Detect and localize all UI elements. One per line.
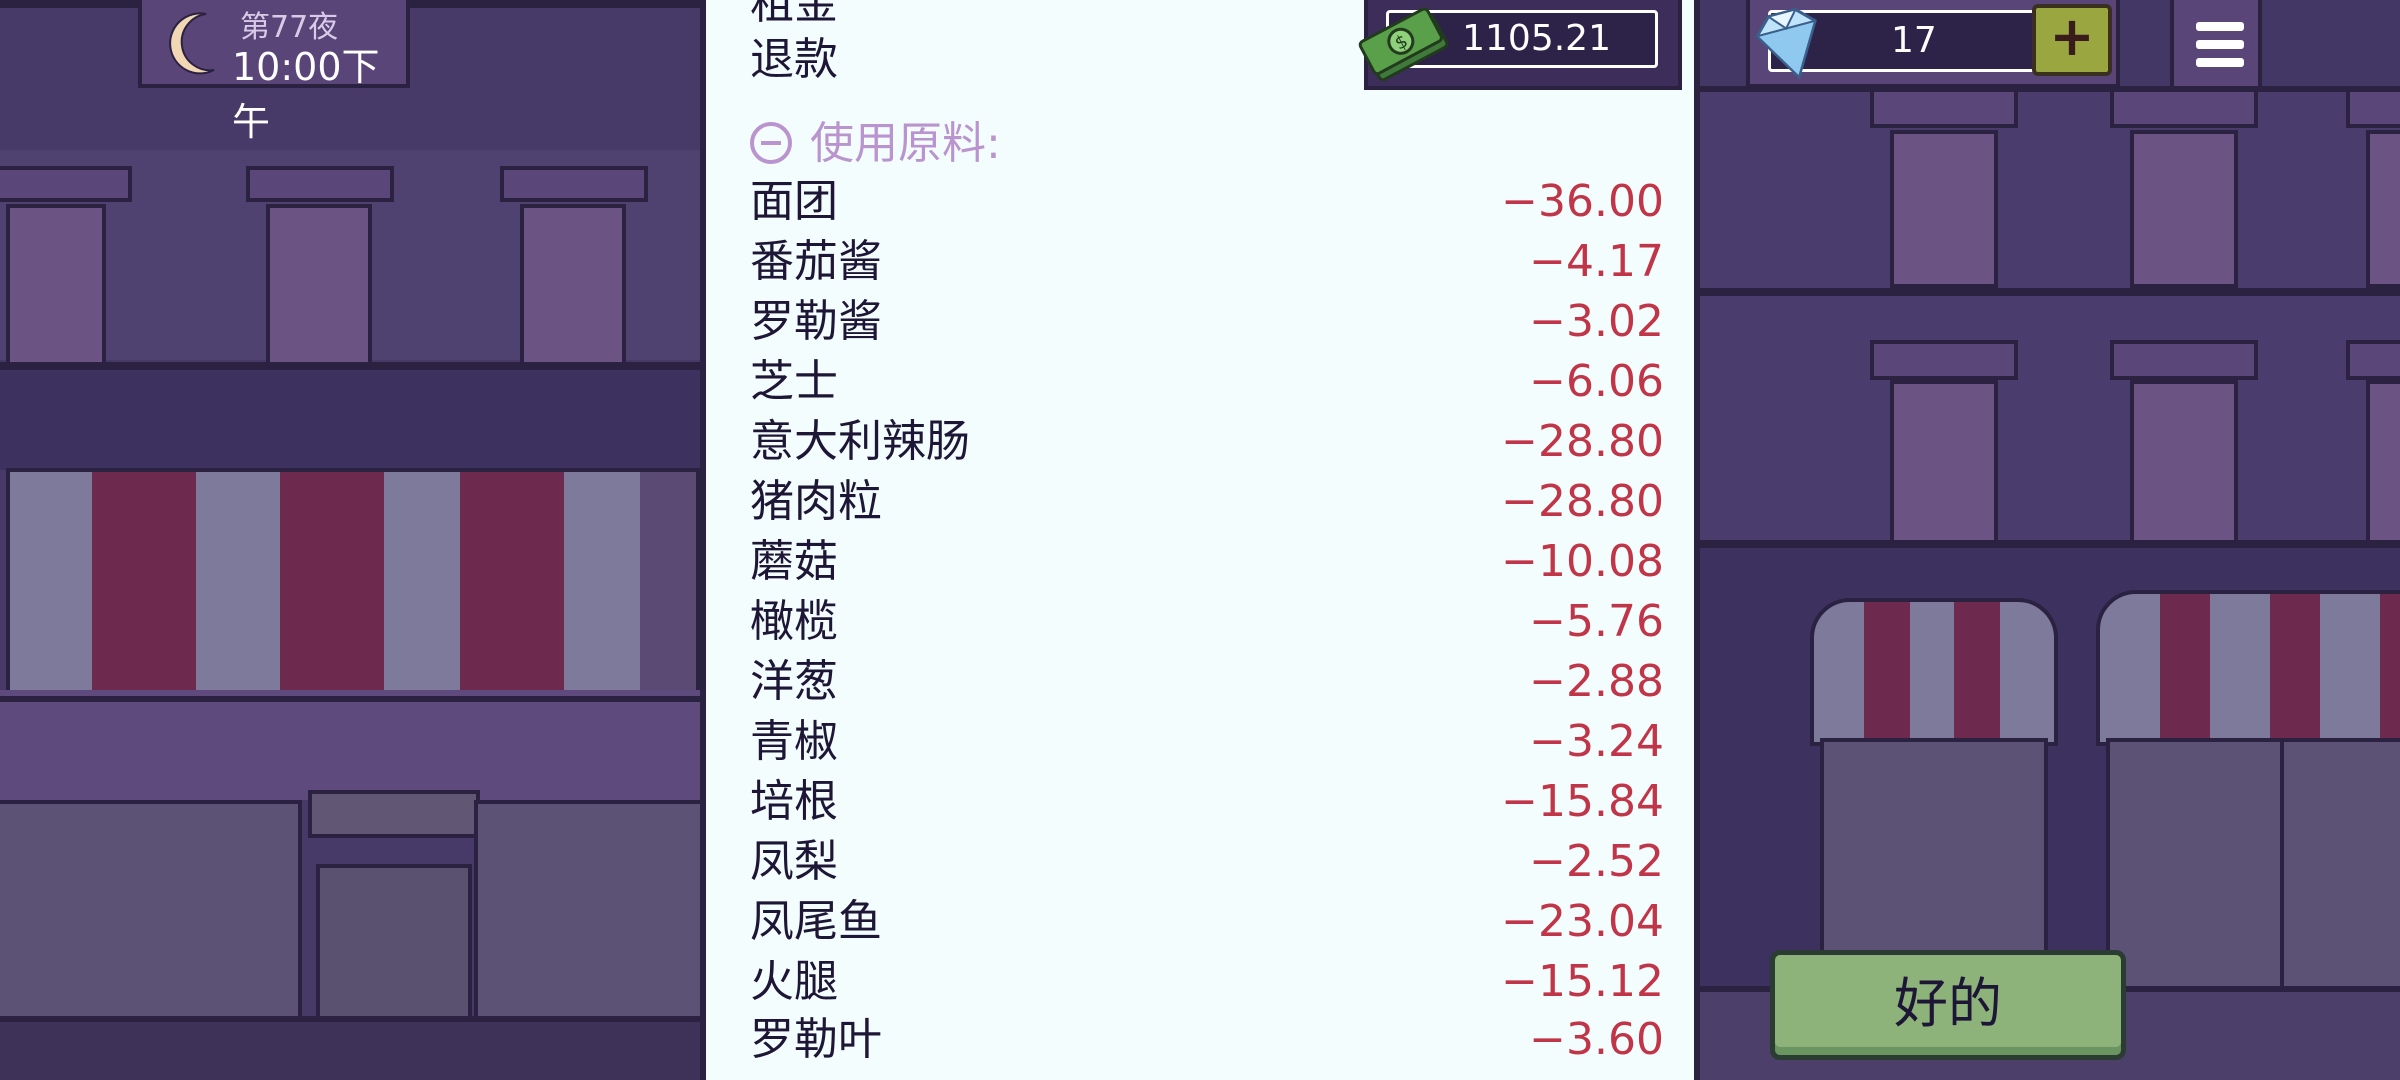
ingredient-row: 青椒 −3.24 (750, 714, 1664, 770)
ingredient-row: 意大利辣肠 −28.80 (750, 414, 1664, 470)
ingredient-row: 凤尾鱼 −23.04 (750, 894, 1664, 950)
ingredient-amount: −4.17 (1529, 236, 1664, 287)
striped-awning (6, 468, 700, 694)
ingredient-name: 猪肉粒 (750, 476, 882, 527)
ok-button[interactable]: 好的 (1770, 950, 2126, 1060)
ingredient-amount: −15.12 (1501, 956, 1664, 1007)
ingredient-row: 罗勒叶 −3.60 (750, 1012, 1664, 1068)
ingredient-row: 猪肉粒 −28.80 (750, 474, 1664, 530)
ingredient-amount: −2.52 (1529, 836, 1664, 887)
day-time-display: 第77夜 10:00下午 (138, 0, 410, 144)
ingredient-row: 凤梨 −2.52 (750, 834, 1664, 890)
refund-label: 退款 (750, 34, 838, 85)
ingredient-amount: −36.00 (1501, 176, 1664, 227)
ingredient-name: 面团 (750, 176, 838, 227)
gem-display: 17 + (1746, 0, 2120, 88)
ingredient-row: 面团 −36.00 (750, 174, 1664, 230)
receipt-panel[interactable]: 租金 退款 使用原料: 面团 −36.00 番茄酱 −4.17 罗勒酱 −3.0… (700, 0, 1700, 1080)
ingredient-amount: −23.04 (1501, 896, 1664, 947)
ingredient-amount: −28.80 (1501, 416, 1664, 467)
ingredient-amount: −6.06 (1529, 356, 1664, 407)
ingredient-amount: −5.76 (1529, 596, 1664, 647)
ingredient-name: 罗勒酱 (750, 296, 882, 347)
ingredient-amount: −3.24 (1529, 716, 1664, 767)
ingredient-amount: −15.84 (1501, 776, 1664, 827)
ingredient-row: 火腿 −15.12 (750, 954, 1664, 1010)
section-title: 使用原料: (810, 118, 1001, 169)
ingredient-name: 凤梨 (750, 836, 838, 887)
hamburger-menu-icon (2196, 22, 2244, 31)
striped-awning-small (1810, 598, 2058, 746)
ingredient-row: 芝士 −6.06 (750, 354, 1664, 410)
ingredient-name: 芝士 (750, 356, 838, 407)
ingredient-name: 番茄酱 (750, 236, 882, 287)
rent-label: 租金 (750, 0, 838, 29)
ingredient-name: 培根 (750, 776, 838, 827)
ingredient-row: 罗勒酱 −3.02 (750, 294, 1664, 350)
ingredient-name: 洋葱 (750, 656, 838, 707)
ingredient-row: 番茄酱 −4.17 (750, 234, 1664, 290)
ingredient-name: 橄榄 (750, 596, 838, 647)
striped-awning-large (2096, 590, 2400, 746)
ingredient-row: 洋葱 −2.88 (750, 654, 1664, 710)
ingredient-name: 蘑菇 (750, 536, 838, 587)
street-background-right (1700, 0, 2400, 1080)
ingredient-amount: −28.80 (1501, 476, 1664, 527)
cash-stack-icon: $ (1358, 7, 1449, 82)
ingredient-amount: −10.08 (1501, 536, 1664, 587)
ingredient-name: 意大利辣肠 (750, 416, 970, 467)
crescent-moon-icon (169, 12, 215, 75)
ingredient-amount: −3.02 (1529, 296, 1664, 347)
collapse-minus-icon[interactable] (750, 122, 792, 164)
menu-button[interactable] (2170, 0, 2262, 90)
ingredient-amount: −2.88 (1529, 656, 1664, 707)
ingredient-amount: −3.60 (1529, 1014, 1664, 1065)
clock-time: 10:00下午 (232, 45, 380, 144)
ingredients-section-header[interactable]: 使用原料: (750, 112, 1001, 176)
ingredient-row: 橄榄 −5.76 (750, 594, 1664, 650)
street-background-left (0, 0, 700, 1080)
ingredient-name: 火腿 (750, 956, 838, 1007)
ingredient-name: 罗勒叶 (750, 1014, 882, 1065)
ingredient-name: 凤尾鱼 (750, 896, 882, 947)
money-display: 1105.21 $ (1358, 0, 1682, 90)
buy-gems-button[interactable]: + (2032, 4, 2112, 76)
diamond-gem-icon (1755, 7, 1817, 80)
ingredient-row: 蘑菇 −10.08 (750, 534, 1664, 590)
ingredient-name: 青椒 (750, 716, 838, 767)
ingredient-row: 培根 −15.84 (750, 774, 1664, 830)
